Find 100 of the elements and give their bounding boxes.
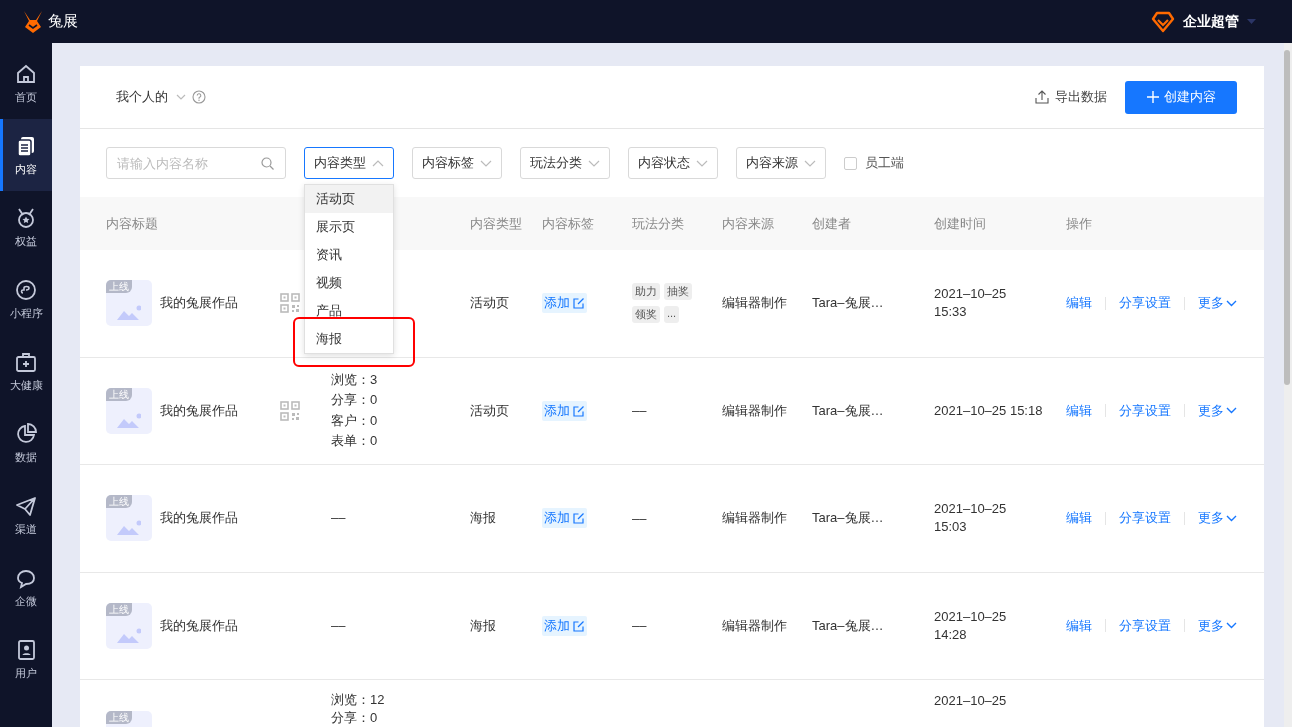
stat-text: 浏览：3 — [331, 371, 378, 389]
export-button[interactable]: 导出数据 — [1035, 88, 1107, 106]
table-cell: –– — [632, 618, 647, 634]
add-tag-button[interactable]: 添加 — [542, 400, 587, 421]
action-link[interactable]: 更多 — [1198, 294, 1237, 313]
chevron-down-icon — [480, 159, 492, 167]
action-link[interactable]: 编辑 — [1066, 401, 1092, 420]
caret-icon[interactable] — [1247, 19, 1256, 24]
stat-text: –– — [331, 617, 346, 634]
sidebar-item[interactable]: 小程序 — [0, 263, 52, 335]
checkbox-label[interactable]: 员工端 — [865, 154, 904, 172]
search-field[interactable]: 请输入内容名称 — [106, 147, 286, 179]
column-header: 玩法分类 — [632, 214, 685, 233]
table-cell-text: 编辑器制作 — [722, 509, 788, 528]
image-placeholder-icon — [117, 304, 141, 321]
dropdown-option[interactable]: 产品 — [305, 297, 393, 325]
created-time: 2021–10–25 14:28 — [934, 607, 1008, 644]
category-tag: ... — [664, 306, 680, 324]
chevron-down-icon — [1226, 407, 1237, 415]
dropdown-option[interactable]: 视频 — [305, 269, 393, 297]
sidebar-item[interactable]: 内容 — [0, 119, 52, 191]
action-link[interactable]: 编辑 — [1066, 294, 1092, 313]
chevron-down-icon — [1226, 514, 1237, 522]
stat-text: –– — [331, 510, 346, 527]
add-tag-button[interactable]: 添加 — [542, 293, 587, 314]
dropdown-option[interactable]: 海报 — [305, 325, 393, 353]
stat-text: 分享：0 — [331, 392, 378, 409]
dropdown-option[interactable]: 活动页 — [305, 185, 393, 213]
column-header: 操作 — [1066, 214, 1093, 233]
table-cell-text: 海报 — [470, 616, 497, 635]
table-cell-text: Tara–兔展… — [812, 616, 885, 635]
chevron-down-icon — [696, 159, 708, 167]
edit-icon — [573, 512, 585, 525]
action-link[interactable]: 编辑 — [1066, 509, 1092, 528]
chevron-down-icon — [588, 159, 600, 167]
table-cell-text: Tara–兔展… — [812, 509, 885, 528]
account-name[interactable]: 企业超管 — [1183, 12, 1239, 31]
help-icon[interactable] — [192, 90, 206, 104]
chevron-down-icon — [1226, 622, 1237, 630]
category-tag: 领奖 — [632, 306, 660, 324]
column-header: 内容来源 — [722, 214, 775, 233]
created-time: 2021–10–25 15:33 — [934, 285, 1008, 322]
logo-text: 兔展 — [48, 12, 78, 31]
link-circle-icon — [14, 277, 38, 302]
content-title: 我的兔展作品 — [160, 401, 238, 420]
edit-icon — [573, 297, 585, 310]
table-cell-text: 编辑器制作 — [722, 294, 788, 313]
diamond-icon — [1151, 10, 1175, 33]
sidebar-item[interactable]: 数据 — [0, 407, 52, 479]
content-title: 我的兔展作品 — [160, 294, 238, 313]
stat-text: 分享：0 — [331, 710, 379, 726]
image-placeholder-icon — [117, 626, 141, 643]
sidebar-item[interactable]: 用户 — [0, 623, 52, 695]
filter-select[interactable]: 玩法分类 — [520, 147, 610, 179]
action-link[interactable]: 分享设置 — [1119, 509, 1171, 528]
action-link[interactable]: 编辑 — [1066, 616, 1092, 635]
action-link[interactable]: 更多 — [1198, 509, 1237, 528]
stat-text: 客户：0 — [331, 412, 378, 430]
sidebar-item[interactable]: 权益 — [0, 191, 52, 263]
chevron-down-icon — [1226, 299, 1237, 307]
table-cell-text: 编辑器制作 — [722, 401, 788, 420]
action-link[interactable]: 分享设置 — [1119, 616, 1171, 635]
table-cell-text: 活动页 — [470, 401, 510, 420]
search-icon — [261, 157, 274, 170]
sidebar-item[interactable]: 首页 — [0, 47, 52, 119]
chevron-down-icon[interactable] — [176, 94, 186, 100]
sidebar-item[interactable]: 大健康 — [0, 335, 52, 407]
created-time: 2021–10–25 — [934, 692, 1008, 710]
sidebar-item[interactable]: 渠道 — [0, 479, 52, 551]
add-tag-button[interactable]: 添加 — [542, 508, 587, 529]
action-link[interactable]: 分享设置 — [1119, 401, 1171, 420]
table-cell: –– — [632, 403, 647, 419]
column-header: 内容标签 — [542, 214, 595, 233]
action-link[interactable]: 更多 — [1198, 401, 1237, 420]
column-header: 创建时间 — [934, 214, 987, 233]
upload-icon — [1035, 90, 1049, 104]
stat-text: 表单：0 — [331, 433, 378, 450]
content-title: 我的兔展作品 — [160, 616, 238, 635]
action-link[interactable]: 分享设置 — [1119, 294, 1171, 313]
column-header: 创建者 — [812, 214, 852, 233]
table-cell-text: 活动页 — [470, 294, 510, 313]
filter-select[interactable]: 内容来源 — [736, 147, 826, 179]
add-tag-button[interactable]: 添加 — [542, 615, 587, 636]
edit-icon — [573, 619, 585, 632]
category-tag: 抽奖 — [664, 283, 692, 301]
image-placeholder-icon — [117, 411, 141, 428]
content-title: 我的兔展作品 — [160, 509, 238, 528]
stat-text: 浏览：12 — [331, 692, 385, 708]
scope-select[interactable]: 我个人的 — [116, 88, 168, 106]
chevron-down-icon — [804, 159, 816, 167]
checkbox[interactable] — [844, 156, 857, 170]
filter-select[interactable]: 内容状态 — [628, 147, 718, 179]
edit-icon — [573, 404, 585, 417]
dropdown-option[interactable]: 展示页 — [305, 213, 393, 241]
create-button[interactable]: 创建内容 — [1125, 80, 1237, 114]
scrollbar-thumb[interactable] — [1284, 50, 1290, 385]
action-link[interactable]: 更多 — [1198, 616, 1237, 635]
filter-select[interactable]: 内容标签 — [412, 147, 502, 179]
sidebar-item[interactable]: 企微 — [0, 551, 52, 623]
dropdown-option[interactable]: 资讯 — [305, 241, 393, 269]
